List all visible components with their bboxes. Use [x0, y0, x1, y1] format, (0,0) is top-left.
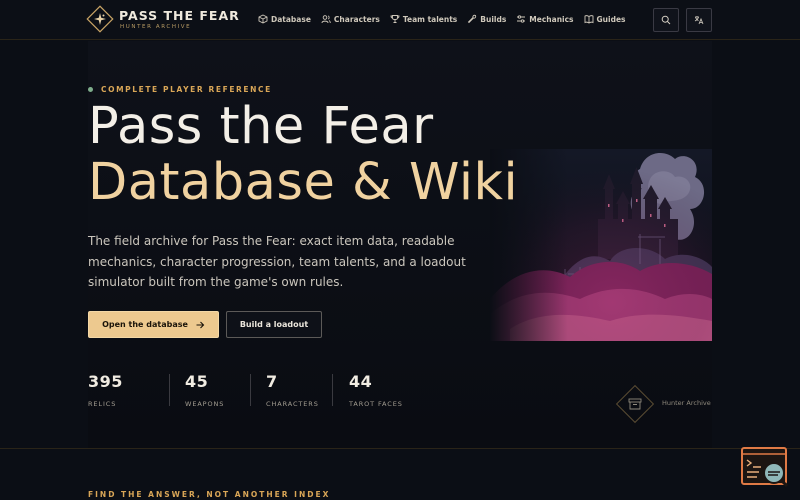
hero-description: The field archive for Pass the Fear: exa…: [88, 234, 466, 289]
button-label: Open the database: [102, 320, 188, 329]
build-loadout-button[interactable]: Build a loadout: [226, 311, 322, 338]
trophy-icon: [390, 15, 400, 23]
stat-label: TAROT FACES: [349, 400, 403, 408]
nav-item-label: Guides: [596, 14, 626, 24]
wrench-icon: [468, 14, 477, 24]
cube-icon: [258, 14, 268, 24]
sliders-icon: [517, 15, 526, 23]
nav-item-label: Characters: [333, 14, 380, 24]
nav-item-builds[interactable]: Builds: [467, 14, 506, 24]
stat-value: 7: [266, 372, 278, 391]
stat-divider: [332, 374, 333, 406]
next-section-eyebrow: FIND THE ANSWER, NOT ANOTHER INDEX: [88, 490, 331, 499]
open-database-button[interactable]: Open the database: [88, 311, 219, 338]
headline-line-1: Pass the Fear: [88, 97, 434, 156]
nav-item-characters[interactable]: Characters: [321, 14, 380, 24]
button-label: Build a loadout: [239, 320, 309, 329]
headline-line-2: Database & Wiki: [88, 153, 519, 212]
stat-divider: [169, 374, 170, 406]
nav-item-label: Mechanics: [529, 14, 574, 24]
brand-title[interactable]: PASS THE FEAR: [119, 8, 240, 23]
archive-badge-icon: [615, 384, 655, 424]
brand-subtitle: HUNTER ARCHIVE: [120, 24, 192, 30]
logo-icon[interactable]: [86, 5, 114, 33]
stat-tarot-faces: 44 TAROT FACES: [349, 372, 403, 408]
main-nav: Database Characters Team talents Builds …: [258, 14, 626, 24]
top-navigation-bar: PASS THE FEAR HUNTER ARCHIVE Database Ch…: [0, 0, 800, 40]
search-icon: [661, 15, 671, 25]
nav-item-mechanics[interactable]: Mechanics: [516, 14, 574, 24]
stat-divider: [250, 374, 251, 406]
nav-item-database[interactable]: Database: [258, 14, 311, 24]
nav-item-label: Database: [271, 14, 311, 24]
stat-value: 45: [185, 372, 209, 391]
arrow-right-icon: [196, 321, 205, 328]
castle-illustration: [490, 149, 712, 341]
nav-item-guides[interactable]: Guides: [584, 14, 626, 24]
stat-value: 44: [349, 372, 373, 391]
nav-item-team-talents[interactable]: Team talents: [390, 14, 457, 24]
console-widget-icon[interactable]: [741, 445, 791, 489]
hero-eyebrow: COMPLETE PLAYER REFERENCE: [88, 85, 272, 94]
language-button[interactable]: [686, 8, 712, 32]
stat-label: RELICS: [88, 400, 117, 408]
translate-icon: [694, 16, 704, 25]
page-title: Pass the Fear Database & Wiki: [88, 99, 518, 211]
nav-item-label: Builds: [480, 14, 507, 24]
stat-label: CHARACTERS: [266, 400, 319, 408]
section-divider: [0, 448, 800, 449]
stat-label: WEAPONS: [185, 400, 225, 408]
users-icon: [321, 15, 331, 24]
eyebrow-text: COMPLETE PLAYER REFERENCE: [101, 85, 272, 94]
book-icon: [584, 15, 593, 24]
stat-characters: 7 CHARACTERS: [266, 372, 319, 408]
stat-weapons: 45 WEAPONS: [185, 372, 224, 408]
status-dot: [88, 87, 93, 92]
stat-relics: 395 RELICS: [88, 372, 123, 408]
archive-label: Hunter Archive: [662, 399, 711, 407]
search-button[interactable]: [653, 8, 679, 32]
stat-value: 395: [88, 372, 123, 391]
nav-item-label: Team talents: [402, 14, 458, 24]
